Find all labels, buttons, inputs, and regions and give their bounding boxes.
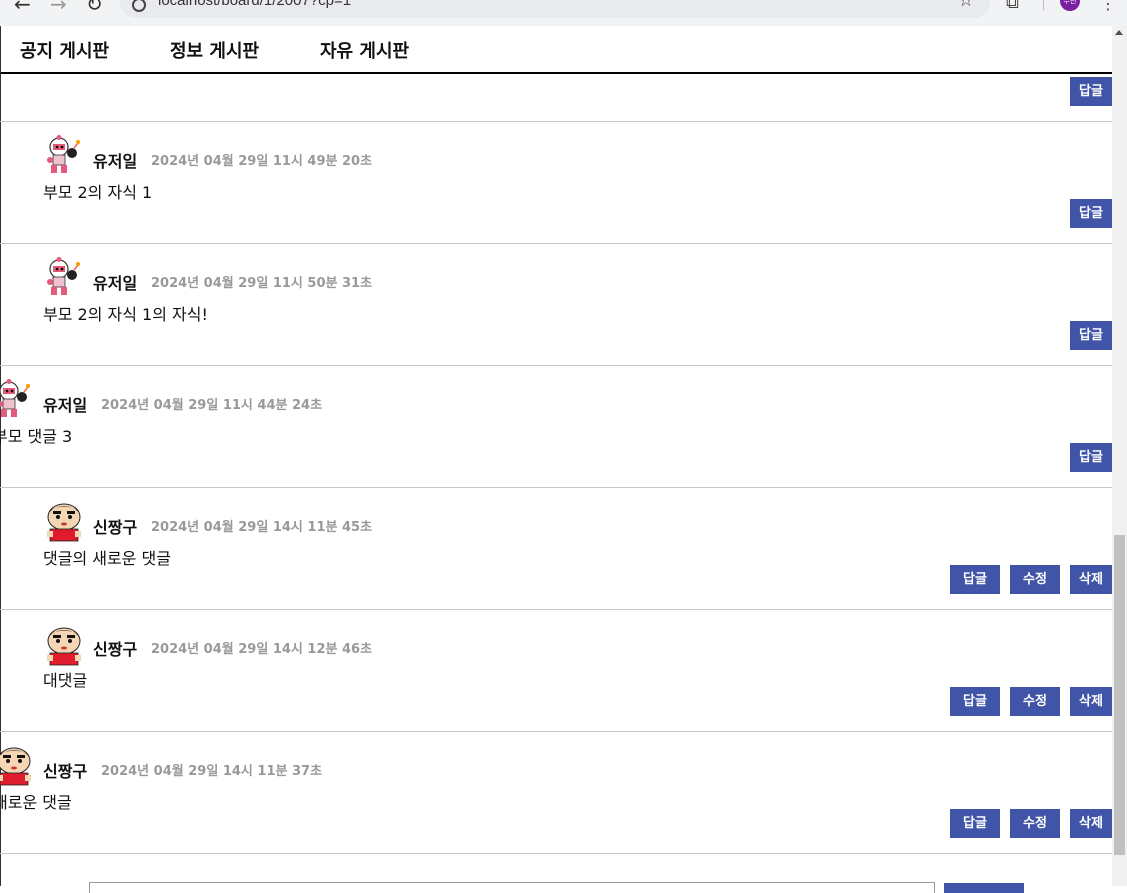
reply-button[interactable]: 답글 xyxy=(1070,321,1112,350)
comment-author: 신짱구 xyxy=(43,762,88,781)
comment-date: 2024년 04월 29일 11시 50분 31초 xyxy=(151,276,373,291)
comment-content: 부모 2의 자식 1 xyxy=(43,183,153,202)
delete-button[interactable]: 삭제 xyxy=(1070,809,1112,838)
comment-author: 신짱구 xyxy=(93,640,138,659)
comment-author: 유저일 xyxy=(93,152,138,171)
scroll-up-arrow-icon[interactable] xyxy=(1115,30,1123,35)
scrollbar-thumb[interactable] xyxy=(1114,535,1125,855)
comment-date: 2024년 04월 29일 11시 44분 24초 xyxy=(101,398,323,413)
shinchan-avatar xyxy=(47,627,81,666)
comment-item-partial: 답글 xyxy=(0,0,1112,122)
bomberman-avatar xyxy=(47,257,80,295)
comment-content: 새로운 댓글 xyxy=(0,793,72,812)
comment-item: 신짱구 2024년 04월 29일 14시 12분 46초 대댓글 답글 수정 … xyxy=(0,610,1112,732)
comment-date: 2024년 04월 29일 11시 49분 20초 xyxy=(151,154,373,169)
comment-date: 2024년 04월 29일 14시 11분 45초 xyxy=(151,520,373,535)
edit-button[interactable]: 수정 xyxy=(1010,809,1060,838)
comment-item: 유저일 2024년 04월 29일 11시 50분 31초 부모 2의 자식 1… xyxy=(0,244,1112,366)
comment-item: 신짱구 2024년 04월 29일 14시 11분 45초 댓글의 새로운 댓글… xyxy=(0,488,1112,610)
reply-button[interactable]: 답글 xyxy=(1070,443,1112,472)
page-scrollbar[interactable] xyxy=(1112,26,1127,886)
delete-button[interactable]: 삭제 xyxy=(1070,687,1112,716)
comment-author: 유저일 xyxy=(43,396,88,415)
submit-comment-button[interactable] xyxy=(944,883,1024,893)
new-comment-textarea[interactable] xyxy=(89,882,935,893)
shinchan-avatar xyxy=(0,747,31,786)
comment-content: 부모 댓글 3 xyxy=(0,427,73,446)
bomberman-avatar xyxy=(47,135,80,173)
reply-button[interactable]: 답글 xyxy=(1070,199,1112,228)
comment-date: 2024년 04월 29일 14시 11분 37초 xyxy=(101,764,323,779)
delete-button[interactable]: 삭제 xyxy=(1070,565,1112,594)
reply-button[interactable]: 답글 xyxy=(950,565,1000,594)
comment-content: 대댓글 xyxy=(43,671,88,690)
comment-item: 신짱구 2024년 04월 29일 14시 11분 37초 새로운 댓글 답글 … xyxy=(0,732,1112,854)
comment-item: 유저일 2024년 04월 29일 11시 44분 24초 부모 댓글 3 답글 xyxy=(0,366,1112,488)
edit-button[interactable]: 수정 xyxy=(1010,687,1060,716)
comment-content: 부모 2의 자식 1의 자식! xyxy=(43,305,208,324)
bomberman-avatar xyxy=(0,379,30,417)
comment-content: 댓글의 새로운 댓글 xyxy=(43,549,171,568)
reply-button[interactable]: 답글 xyxy=(1070,77,1112,106)
edit-button[interactable]: 수정 xyxy=(1010,565,1060,594)
reply-button[interactable]: 답글 xyxy=(950,687,1000,716)
shinchan-avatar xyxy=(47,503,81,542)
comment-author: 유저일 xyxy=(93,274,138,293)
comment-author: 신짱구 xyxy=(93,518,138,537)
comment-item: 유저일 2024년 04월 29일 11시 49분 20초 부모 2의 자식 1… xyxy=(0,122,1112,244)
reply-button[interactable]: 답글 xyxy=(950,809,1000,838)
comment-date: 2024년 04월 29일 14시 12분 46초 xyxy=(151,642,373,657)
